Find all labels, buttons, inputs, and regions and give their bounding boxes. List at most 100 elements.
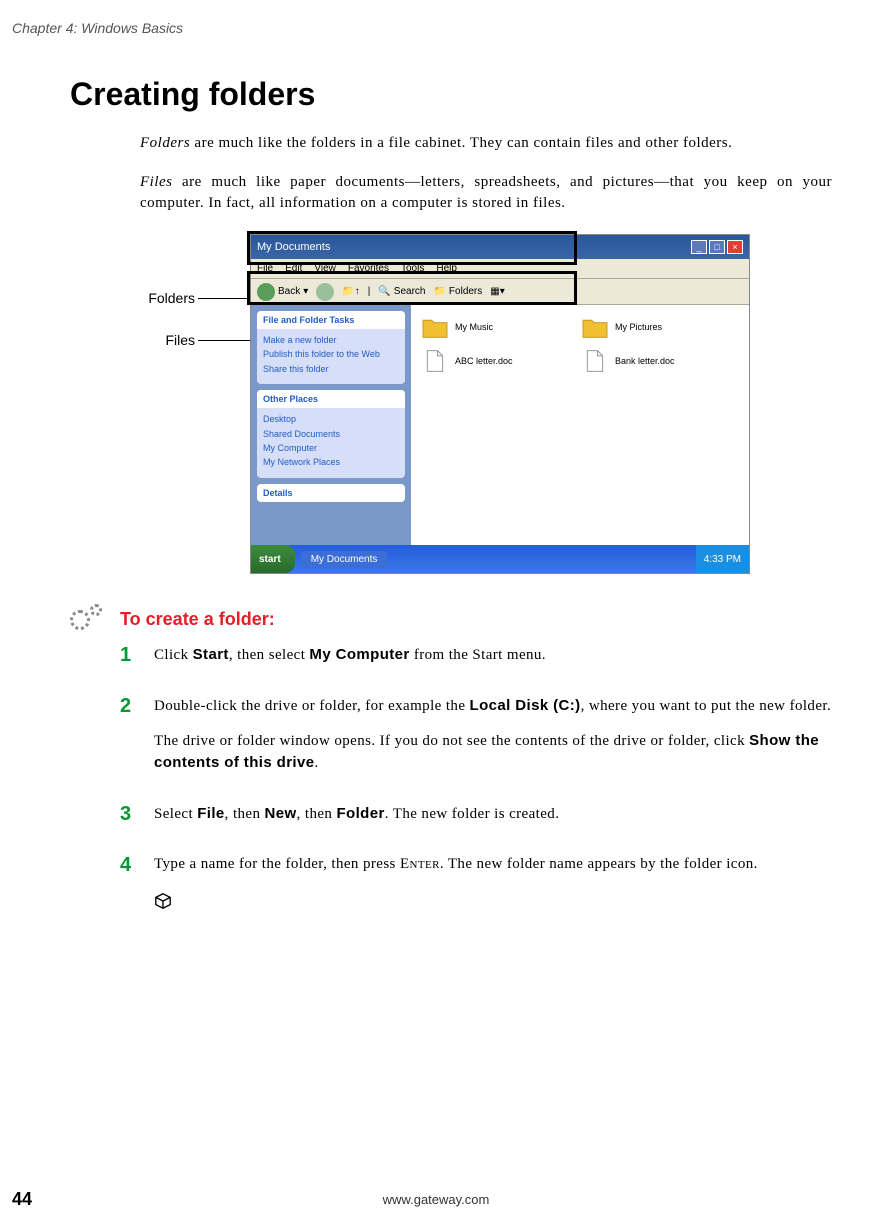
step-text: , then [297, 806, 337, 822]
place-network[interactable]: My Network Places [263, 455, 399, 469]
step-text: Click [154, 647, 193, 663]
intro-paragraph-2: Files are much like paper documents—lett… [140, 172, 832, 214]
content-area: File and Folder Tasks Make a new folder … [251, 305, 749, 545]
menu-help[interactable]: Help [436, 263, 457, 274]
system-tray: 4:33 PM [696, 545, 749, 573]
step-number: 3 [120, 803, 140, 838]
procedure-title: To create a folder: [120, 609, 275, 630]
step-text: , then select [229, 647, 310, 663]
folders-button[interactable]: 📁 Folders [433, 286, 482, 297]
figure-wrap: Folders Files My Documents _ □ × File Ed… [140, 234, 832, 574]
step-number: 4 [120, 854, 140, 918]
menu-favorites[interactable]: Favorites [348, 263, 389, 274]
back-button[interactable]: Back ▾ [257, 283, 308, 301]
explorer-sidebar: File and Folder Tasks Make a new folder … [251, 305, 411, 545]
document-icon [421, 349, 449, 373]
step-text: The drive or folder window opens. If you… [154, 733, 749, 749]
folder-label: My Pictures [615, 322, 662, 332]
folders-label: Folders [449, 286, 482, 297]
intro-paragraph-1: Folders are much like the folders in a f… [140, 133, 832, 154]
sidebar-details-title: Details [257, 484, 405, 502]
step-text: , then [225, 806, 265, 822]
file-label: ABC letter.doc [455, 356, 513, 366]
sidebar-panel-details: Details [257, 484, 405, 502]
step-bold: My Computer [309, 646, 409, 663]
chapter-header: Chapter 4: Windows Basics [0, 0, 872, 36]
taskbar-item[interactable]: My Documents [301, 551, 388, 568]
steps-list: 1 Click Start, then select My Computer f… [120, 644, 832, 917]
end-box-icon [154, 892, 172, 910]
folder-icon [581, 315, 609, 339]
step-text: Select [154, 806, 197, 822]
search-label: Search [394, 286, 426, 297]
window-titlebar: My Documents _ □ × [251, 235, 749, 259]
step-text: , where you want to put the new folder. [581, 698, 832, 714]
step-bold: Folder [336, 805, 384, 822]
folder-my-pictures[interactable]: My Pictures [581, 315, 711, 339]
start-button[interactable]: start [251, 545, 295, 573]
step-body: Select File, then New, then Folder. The … [154, 803, 559, 838]
step-body: Double-click the drive or folder, for ex… [154, 695, 832, 787]
place-computer[interactable]: My Computer [263, 441, 399, 455]
main-pane: My Music My Pictures ABC letter.doc Bank… [411, 305, 749, 545]
menu-edit[interactable]: Edit [285, 263, 302, 274]
task-new-folder[interactable]: Make a new folder [263, 333, 399, 347]
folder-my-music[interactable]: My Music [421, 315, 551, 339]
step-text: . [315, 755, 319, 771]
up-icon[interactable]: 📁↑ [342, 286, 359, 297]
screenshot: My Documents _ □ × File Edit View Favori… [250, 234, 750, 574]
file-bank-letter[interactable]: Bank letter.doc [581, 349, 711, 373]
step-number: 2 [120, 695, 140, 787]
taskbar: start My Documents 4:33 PM [251, 545, 749, 573]
intro-text-2: are much like paper documents—letters, s… [140, 174, 832, 211]
window-controls: _ □ × [691, 240, 743, 254]
gears-icon [70, 604, 110, 634]
intro-emph-2: Files [140, 174, 173, 190]
place-shared[interactable]: Shared Documents [263, 427, 399, 441]
views-icon[interactable]: ▦▾ [490, 286, 504, 297]
step-bold: Local Disk (C:) [470, 697, 581, 714]
step-bold: File [197, 805, 224, 822]
back-label: Back [278, 286, 300, 297]
start-label: start [259, 554, 281, 565]
place-desktop[interactable]: Desktop [263, 412, 399, 426]
step-number: 1 [120, 644, 140, 679]
step-1: 1 Click Start, then select My Computer f… [120, 644, 832, 679]
menubar: File Edit View Favorites Tools Help [251, 259, 749, 279]
step-body: Click Start, then select My Computer fro… [154, 644, 546, 679]
callout-folders: Folders [135, 290, 195, 306]
sidebar-tasks-body: Make a new folder Publish this folder to… [257, 329, 405, 384]
intro-emph-1: Folders [140, 135, 190, 151]
menu-view[interactable]: View [314, 263, 336, 274]
step-3: 3 Select File, then New, then Folder. Th… [120, 803, 832, 838]
search-button[interactable]: 🔍 Search [378, 286, 425, 297]
sidebar-places-title: Other Places [257, 390, 405, 408]
menu-tools[interactable]: Tools [401, 263, 424, 274]
clock: 4:33 PM [704, 554, 741, 565]
intro-text-1: are much like the folders in a file cabi… [190, 135, 732, 151]
task-share[interactable]: Share this folder [263, 362, 399, 376]
step-2: 2 Double-click the drive or folder, for … [120, 695, 832, 787]
task-publish[interactable]: Publish this folder to the Web [263, 347, 399, 361]
step-text: . The new folder is created. [385, 806, 560, 822]
step-text: Double-click the drive or folder, for ex… [154, 698, 470, 714]
step-bold: Start [193, 646, 229, 663]
page-title: Creating folders [70, 76, 872, 113]
back-icon [257, 283, 275, 301]
page-number: 44 [12, 1189, 32, 1210]
file-abc-letter[interactable]: ABC letter.doc [421, 349, 551, 373]
step-text: Type a name for the folder, then press [154, 856, 400, 872]
maximize-icon[interactable]: □ [709, 240, 725, 254]
forward-icon[interactable] [316, 283, 334, 301]
menu-file[interactable]: File [257, 263, 273, 274]
step-text: from the Start menu. [410, 647, 546, 663]
minimize-icon[interactable]: _ [691, 240, 707, 254]
folder-label: My Music [455, 322, 493, 332]
callout-files: Files [135, 332, 195, 348]
window-title: My Documents [257, 241, 691, 253]
procedure-header: To create a folder: [70, 604, 872, 634]
step-4: 4 Type a name for the folder, then press… [120, 854, 832, 918]
close-icon[interactable]: × [727, 240, 743, 254]
sidebar-places-body: Desktop Shared Documents My Computer My … [257, 408, 405, 478]
document-icon [581, 349, 609, 373]
